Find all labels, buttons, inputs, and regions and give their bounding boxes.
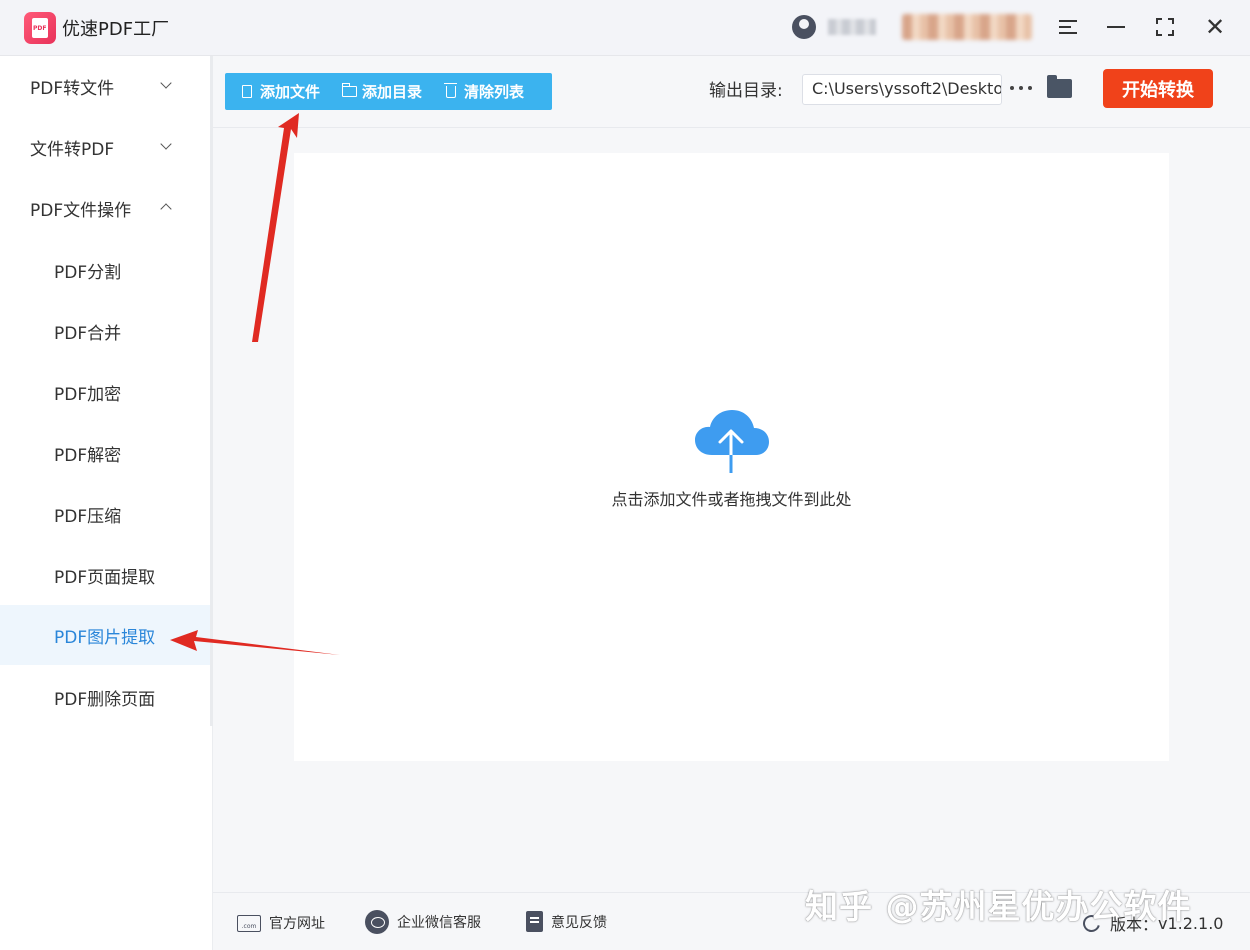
blurred-username: [828, 19, 876, 35]
maximize-icon: [1156, 18, 1174, 36]
clear-list-button[interactable]: 清除列表: [444, 73, 524, 110]
sidebar-item-pdf-compress[interactable]: PDF压缩: [0, 484, 212, 544]
blurred-account-info: [902, 14, 1032, 40]
footer: .com 官方网址 企业微信客服 意见反馈 知乎 @苏州星优办公软件 版本： v…: [213, 887, 1250, 950]
user-avatar-icon[interactable]: [792, 15, 816, 39]
add-file-button[interactable]: 添加文件: [239, 73, 320, 110]
output-dir-label: 输出目录:: [709, 81, 783, 101]
file-toolbar: 添加文件 添加目录 清除列表: [225, 73, 552, 110]
wechat-support-link[interactable]: 企业微信客服: [365, 910, 481, 934]
app-title: 优速PDF工厂: [62, 19, 170, 40]
open-folder-icon[interactable]: [1047, 75, 1072, 98]
sidebar: PDF转文件 文件转PDF PDF文件操作 PDF分割 PDF合并 PDF加密 …: [0, 56, 213, 950]
file-dropzone[interactable]: 点击添加文件或者拖拽文件到此处: [294, 153, 1169, 761]
close-icon: ✕: [1204, 13, 1226, 41]
toolbar-divider: [213, 127, 1250, 128]
sidebar-item-pdf-image-extract[interactable]: PDF图片提取: [0, 605, 213, 665]
maximize-button[interactable]: [1147, 10, 1183, 44]
sidebar-item-pdf-merge[interactable]: PDF合并: [0, 301, 212, 361]
main-panel: 添加文件 添加目录 清除列表 输出目录: C:\Users\yssoft2\De…: [213, 56, 1250, 892]
title-bar: PDF 优速PDF工厂 ✕: [0, 0, 1250, 56]
trash-icon: [444, 82, 458, 98]
chat-icon: [365, 910, 389, 934]
close-button[interactable]: ✕: [1197, 10, 1233, 44]
sidebar-item-pdf-encrypt[interactable]: PDF加密: [0, 362, 212, 422]
minimize-button[interactable]: [1098, 10, 1134, 44]
start-convert-button[interactable]: 开始转换: [1103, 69, 1213, 108]
feedback-link[interactable]: 意见反馈: [526, 911, 607, 932]
sidebar-item-pdf-decrypt[interactable]: PDF解密: [0, 423, 212, 483]
more-options-button[interactable]: [1010, 74, 1032, 102]
sidebar-item-pdf-delete-page[interactable]: PDF删除页面: [0, 667, 212, 727]
minimize-icon: [1107, 26, 1125, 28]
file-icon: [242, 85, 252, 98]
feedback-icon: [526, 911, 543, 932]
refresh-icon: [1079, 911, 1104, 935]
app-logo-icon: PDF: [24, 12, 56, 44]
version-info[interactable]: 版本： v1.2.1.0: [1079, 911, 1223, 935]
folder-outline-icon: [341, 83, 358, 97]
sidebar-group-pdf-operations[interactable]: PDF文件操作: [30, 194, 180, 222]
add-folder-button[interactable]: 添加目录: [341, 73, 422, 110]
dropzone-hint: 点击添加文件或者拖拽文件到此处: [611, 490, 852, 509]
sidebar-group-pdf-to-file[interactable]: PDF转文件: [30, 72, 180, 100]
menu-icon: [1059, 20, 1077, 34]
website-icon: .com: [237, 914, 261, 932]
sidebar-group-file-to-pdf[interactable]: 文件转PDF: [30, 133, 180, 161]
sidebar-item-pdf-split[interactable]: PDF分割: [0, 240, 212, 300]
output-dir-input[interactable]: C:\Users\yssoft2\Desktop: [802, 74, 1002, 105]
sidebar-item-pdf-page-extract[interactable]: PDF页面提取: [0, 545, 212, 605]
menu-button[interactable]: [1050, 10, 1086, 44]
cloud-upload-icon: [695, 410, 769, 473]
chevron-down-icon: [160, 77, 172, 89]
chevron-up-icon: [160, 203, 172, 215]
chevron-down-icon: [160, 138, 172, 150]
official-website-link[interactable]: .com 官方网址: [237, 913, 325, 933]
